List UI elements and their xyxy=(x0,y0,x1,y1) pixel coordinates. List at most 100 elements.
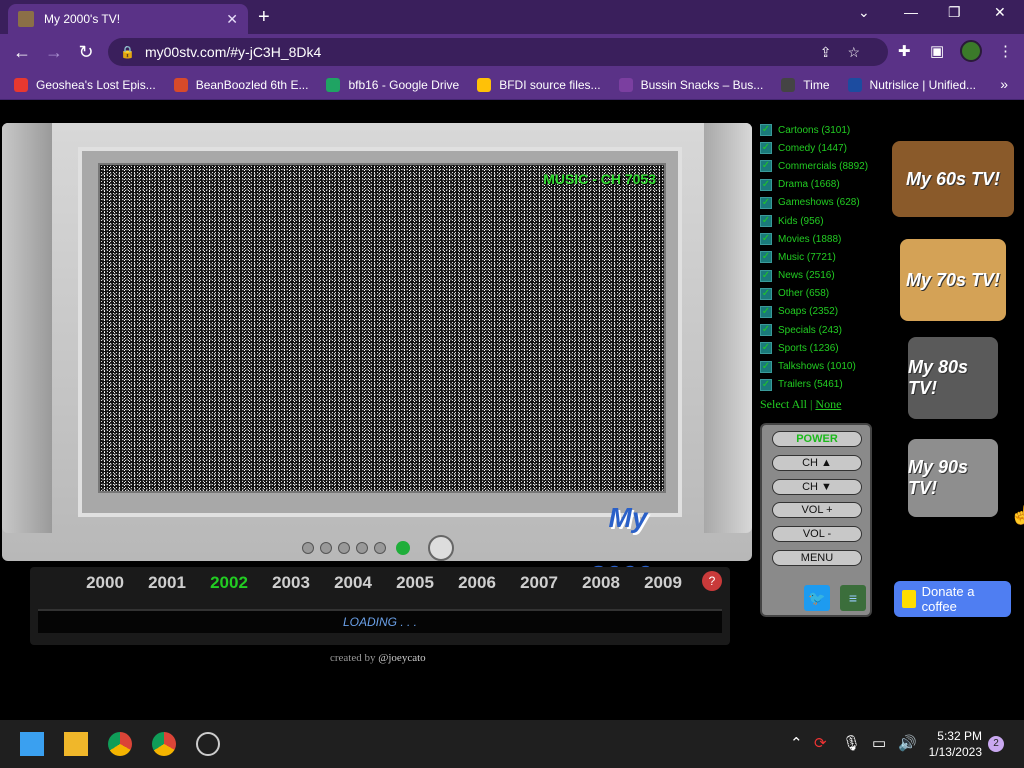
volume-up-button[interactable]: VOL + xyxy=(772,502,862,518)
decade-70s-tv[interactable]: My 70s TV! xyxy=(900,239,1006,321)
back-icon[interactable]: ← xyxy=(6,42,38,63)
year-button-2008[interactable]: 2008 xyxy=(570,573,632,593)
category-checkbox[interactable]: ✓ xyxy=(760,142,772,155)
sync-icon[interactable]: ⟳ xyxy=(814,734,827,752)
tray-expand-icon[interactable]: ⌃ xyxy=(790,734,803,752)
category-checkbox[interactable]: ✓ xyxy=(760,360,772,373)
year-button-2000[interactable]: 2000 xyxy=(74,573,136,593)
category-item[interactable]: ✓ Soaps (2352) xyxy=(760,303,868,321)
menu-icon[interactable]: ⋮ xyxy=(998,42,1013,60)
donate-coffee-button[interactable]: Donate a coffee xyxy=(894,581,1011,617)
bookmarks-more-icon[interactable]: » xyxy=(1000,76,1008,92)
category-checkbox[interactable]: ✓ xyxy=(760,324,772,337)
category-label[interactable]: Sports (1236) xyxy=(778,343,839,354)
help-button[interactable]: ? xyxy=(702,571,722,591)
year-button-2003[interactable]: 2003 xyxy=(260,573,322,593)
microphone-icon[interactable]: 🎙 xyxy=(842,734,861,752)
category-label[interactable]: Trailers (5461) xyxy=(778,379,843,390)
category-checkbox[interactable]: ✓ xyxy=(760,378,772,391)
profile-avatar[interactable] xyxy=(960,40,982,62)
category-item[interactable]: ✓ Movies (1888) xyxy=(760,230,868,248)
category-checkbox[interactable]: ✓ xyxy=(760,342,772,355)
category-checkbox[interactable]: ✓ xyxy=(760,196,772,209)
category-item[interactable]: ✓ Kids (956) xyxy=(760,212,868,230)
year-button-2006[interactable]: 2006 xyxy=(446,573,508,593)
year-button-2002[interactable]: 2002 xyxy=(198,573,260,593)
category-label[interactable]: Soaps (2352) xyxy=(778,306,838,317)
bookmark-item[interactable]: Time xyxy=(781,77,830,92)
reload-icon[interactable]: ↻ xyxy=(70,42,102,63)
tab-active[interactable]: My 2000's TV! ✕ xyxy=(8,4,248,34)
category-checkbox[interactable]: ✓ xyxy=(760,160,772,173)
bookmark-item[interactable]: BFDI source files... xyxy=(477,77,601,92)
windows-start-icon[interactable] xyxy=(20,732,44,756)
minimize-button[interactable]: — xyxy=(904,4,918,20)
category-item[interactable]: ✓ Other (658) xyxy=(760,285,868,303)
category-item[interactable]: ✓ Music (7721) xyxy=(760,248,868,266)
menu-button[interactable]: MENU xyxy=(772,550,862,566)
volume-icon[interactable]: 🔊 xyxy=(898,734,917,752)
category-label[interactable]: Specials (243) xyxy=(778,325,842,336)
year-button-2001[interactable]: 2001 xyxy=(136,573,198,593)
url-text[interactable]: my00stv.com/#y-jC3H_8Dk4 xyxy=(145,44,321,60)
obs-icon[interactable] xyxy=(196,732,220,756)
year-button-2007[interactable]: 2007 xyxy=(508,573,570,593)
select-none-link[interactable]: None xyxy=(815,397,841,411)
share-star-icons[interactable]: ⇪☆ xyxy=(820,44,876,61)
tab-search-icon[interactable]: ⌄ xyxy=(858,4,870,21)
category-item[interactable]: ✓ Drama (1668) xyxy=(760,176,868,194)
channel-down-button[interactable]: CH ▼ xyxy=(772,479,862,495)
category-item[interactable]: ✓ Gameshows (628) xyxy=(760,194,868,212)
category-label[interactable]: Gameshows (628) xyxy=(778,197,860,208)
category-checkbox[interactable]: ✓ xyxy=(760,233,772,246)
category-item[interactable]: ✓ News (2516) xyxy=(760,267,868,285)
tv-screen-static[interactable]: MUSIC - CH 7053 xyxy=(98,163,666,493)
category-item[interactable]: ✓ Sports (1236) xyxy=(760,339,868,357)
category-item[interactable]: ✓ Trailers (5461) xyxy=(760,376,868,394)
year-button-2005[interactable]: 2005 xyxy=(384,573,446,593)
category-label[interactable]: Cartoons (3101) xyxy=(778,125,850,136)
decade-80s-tv[interactable]: My 80s TV! xyxy=(908,337,998,419)
select-all-link[interactable]: Select All xyxy=(760,397,807,411)
decade-60s-tv[interactable]: My 60s TV! xyxy=(892,141,1014,217)
category-item[interactable]: ✓ Commercials (8892) xyxy=(760,157,868,175)
bookmark-item[interactable]: Nutrislice | Unified... xyxy=(847,77,976,92)
side-panel-icon[interactable]: ▣ xyxy=(930,42,944,60)
category-label[interactable]: Music (7721) xyxy=(778,252,836,263)
category-label[interactable]: News (2516) xyxy=(778,270,835,281)
category-item[interactable]: ✓ Cartoons (3101) xyxy=(760,121,868,139)
chrome-profile-icon[interactable] xyxy=(152,732,176,756)
category-label[interactable]: Movies (1888) xyxy=(778,234,841,245)
category-checkbox[interactable]: ✓ xyxy=(760,269,772,282)
bookmark-item[interactable]: BeanBoozled 6th E... xyxy=(173,77,308,92)
category-item[interactable]: ✓ Comedy (1447) xyxy=(760,139,868,157)
category-label[interactable]: Kids (956) xyxy=(778,216,824,227)
category-checkbox[interactable]: ✓ xyxy=(760,124,772,137)
window-close-button[interactable]: ✕ xyxy=(994,4,1006,21)
restore-button[interactable]: ❐ xyxy=(948,4,961,21)
decade-90s-tv[interactable]: My 90s TV! xyxy=(908,439,998,517)
forward-icon[interactable]: → xyxy=(38,42,70,63)
category-checkbox[interactable]: ✓ xyxy=(760,251,772,264)
credit-link[interactable]: @joeycato xyxy=(378,652,425,664)
power-button[interactable]: POWER xyxy=(772,431,862,447)
year-button-2009[interactable]: 2009 xyxy=(632,573,694,593)
category-checkbox[interactable]: ✓ xyxy=(760,215,772,228)
notification-badge[interactable]: 2 xyxy=(988,736,1004,752)
category-label[interactable]: Talkshows (1010) xyxy=(778,361,856,372)
bookmark-item[interactable]: bfb16 - Google Drive xyxy=(326,77,459,92)
category-item[interactable]: ✓ Talkshows (1010) xyxy=(760,357,868,375)
new-tab-button[interactable]: + xyxy=(258,6,270,29)
chrome-icon[interactable] xyxy=(108,732,132,756)
channel-up-button[interactable]: CH ▲ xyxy=(772,455,862,471)
category-label[interactable]: Drama (1668) xyxy=(778,179,840,190)
category-item[interactable]: ✓ Specials (243) xyxy=(760,321,868,339)
volume-down-button[interactable]: VOL - xyxy=(772,526,862,542)
address-bar[interactable]: 🔒 my00stv.com/#y-jC3H_8Dk4 ⇪☆ xyxy=(108,38,888,66)
category-label[interactable]: Commercials (8892) xyxy=(778,161,868,172)
close-tab-icon[interactable]: ✕ xyxy=(226,11,238,28)
stack-icon[interactable]: ≡ xyxy=(840,585,866,611)
category-label[interactable]: Comedy (1447) xyxy=(778,143,847,154)
twitter-icon[interactable]: 🐦 xyxy=(804,585,830,611)
file-explorer-icon[interactable] xyxy=(64,732,88,756)
